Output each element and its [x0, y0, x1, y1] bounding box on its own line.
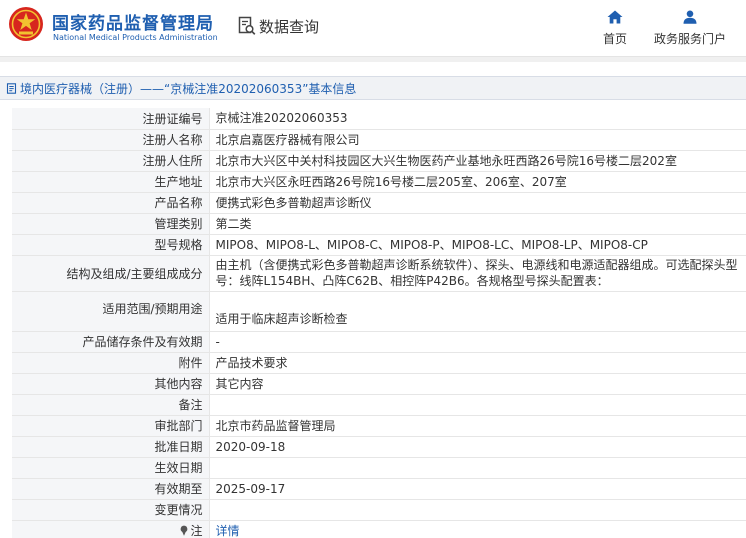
row-value: 由主机（含便携式彩色多普勒超声诊断系统软件）、探头、电源线和电源适配器组成。可选…: [209, 255, 746, 292]
breadcrumb-text: 境内医疗器械（注册）——“京械注准20202060353”基本信息: [20, 81, 357, 96]
row-label: 批准日期: [12, 436, 210, 458]
nmpa-emblem-icon[interactable]: [8, 6, 44, 42]
row-value: 产品技术要求: [209, 352, 746, 374]
site-subtitle: National Medical Products Administration: [53, 33, 218, 42]
user-icon: [683, 10, 697, 24]
breadcrumb: 境内医疗器械（注册）——“京械注准20202060353”基本信息: [0, 76, 746, 100]
table-row: 备注: [12, 394, 746, 416]
row-label: 注册证编号: [12, 108, 210, 130]
note-label-cell: 注: [12, 520, 210, 538]
row-label: 注册人名称: [12, 129, 210, 151]
row-label: 适用范围/预期用途: [12, 291, 210, 332]
table-row: 有效期至 2025-09-17: [12, 478, 746, 500]
row-label: 注: [190, 524, 203, 538]
details-link[interactable]: 详情: [216, 524, 240, 538]
row-label: 型号规格: [12, 234, 210, 256]
row-value: 适用于临床超声诊断检查: [209, 291, 746, 332]
nav-gov-services[interactable]: 政务服务门户: [650, 10, 730, 47]
row-label: 管理类别: [12, 213, 210, 235]
row-label: 产品名称: [12, 192, 210, 214]
nav-home-label: 首页: [602, 32, 627, 46]
table-row: 其他内容 其它内容: [12, 373, 746, 395]
table-row: 审批部门 北京市药品监督管理局: [12, 415, 746, 437]
header-divider: [0, 56, 746, 62]
document-search-icon: [238, 16, 256, 35]
data-query-link[interactable]: 数据查询: [238, 14, 319, 38]
table-row: 注册证编号 京械注准20202060353: [12, 108, 746, 130]
table-row: 注 详情: [12, 520, 746, 538]
pin-icon: [181, 525, 188, 536]
row-value: -: [209, 331, 746, 353]
table-row: 注册人住所 北京市大兴区中关村科技园区大兴生物医药产业基地永旺西路26号院16号…: [12, 150, 746, 172]
row-label: 生产地址: [12, 171, 210, 193]
row-value: [209, 394, 746, 416]
row-label: 备注: [12, 394, 210, 416]
row-label: 有效期至: [12, 478, 210, 500]
table-row: 结构及组成/主要组成成分 由主机（含便携式彩色多普勒超声诊断系统软件）、探头、电…: [12, 255, 746, 292]
row-label: 产品储存条件及有效期: [12, 331, 210, 353]
row-value: 京械注准20202060353: [209, 108, 746, 130]
table-row: 适用范围/预期用途 适用于临床超声诊断检查: [12, 291, 746, 332]
row-value: 2025-09-17: [209, 478, 746, 500]
table-row: 型号规格 MIPO8、MIPO8-L、MIPO8-C、MIPO8-P、MIPO8…: [12, 234, 746, 256]
row-label: 结构及组成/主要组成成分: [12, 255, 210, 292]
row-value: [209, 499, 746, 521]
row-value: 其它内容: [209, 373, 746, 395]
table-row: 产品储存条件及有效期 -: [12, 331, 746, 353]
site-header: 国家药品监督管理局 National Medical Products Admi…: [0, 0, 746, 56]
table-row: 变更情况: [12, 499, 746, 521]
row-value: 北京市药品监督管理局: [209, 415, 746, 437]
table-row: 管理类别 第二类: [12, 213, 746, 235]
table-row: 产品名称 便携式彩色多普勒超声诊断仪: [12, 192, 746, 214]
nav-gov-services-label: 政务服务门户: [653, 32, 726, 46]
row-value: [209, 457, 746, 479]
row-value: MIPO8、MIPO8-L、MIPO8-C、MIPO8-P、MIPO8-LC、M…: [209, 234, 746, 256]
registration-detail-table: 注册证编号 京械注准20202060353 注册人名称 北京启嘉医疗器械有限公司…: [12, 108, 746, 538]
table-row: 附件 产品技术要求: [12, 352, 746, 374]
table-row: 注册人名称 北京启嘉医疗器械有限公司: [12, 129, 746, 151]
row-value: 第二类: [209, 213, 746, 235]
row-value: 北京启嘉医疗器械有限公司: [209, 129, 746, 151]
site-title[interactable]: 国家药品监督管理局: [52, 9, 214, 34]
row-label: 审批部门: [12, 415, 210, 437]
document-icon: [6, 82, 17, 94]
row-label: 附件: [12, 352, 210, 374]
row-value: 北京市大兴区永旺西路26号院16号楼二层205室、206室、207室: [209, 171, 746, 193]
row-value: 详情: [209, 520, 746, 538]
row-value: 北京市大兴区中关村科技园区大兴生物医药产业基地永旺西路26号院16号楼二层202…: [209, 150, 746, 172]
table-row: 批准日期 2020-09-18: [12, 436, 746, 458]
row-label: 注册人住所: [12, 150, 210, 172]
home-icon: [607, 10, 623, 24]
row-value: 便携式彩色多普勒超声诊断仪: [209, 192, 746, 214]
row-label: 生效日期: [12, 457, 210, 479]
row-value: 2020-09-18: [209, 436, 746, 458]
table-row: 生效日期: [12, 457, 746, 479]
row-label: 变更情况: [12, 499, 210, 521]
row-label: 其他内容: [12, 373, 210, 395]
data-query-label: 数据查询: [259, 17, 320, 36]
table-row: 生产地址 北京市大兴区永旺西路26号院16号楼二层205室、206室、207室: [12, 171, 746, 193]
nav-home[interactable]: 首页: [598, 10, 632, 47]
